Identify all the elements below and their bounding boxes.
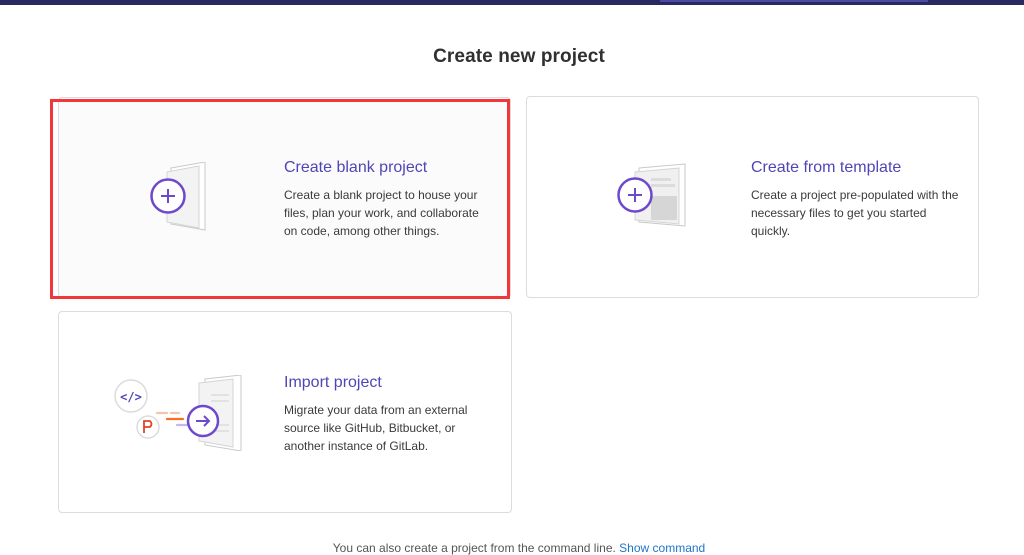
- template-illustration-icon: [617, 163, 686, 227]
- create-blank-project-card[interactable]: Create blank project Create a blank proj…: [58, 97, 511, 298]
- import-project-title[interactable]: Import project: [284, 374, 382, 392]
- page-title: Create new project: [433, 46, 605, 67]
- svg-text:</>: </>: [120, 390, 142, 404]
- blank-project-illustration-icon: [150, 162, 206, 231]
- top-navbar: [0, 0, 1024, 5]
- create-from-template-title[interactable]: Create from template: [751, 159, 901, 177]
- show-command-link[interactable]: Show command: [619, 541, 705, 555]
- import-project-description: Migrate your data from an external sourc…: [284, 403, 468, 453]
- import-project-illustration-icon: </>: [114, 375, 242, 451]
- command-line-hint-text: You can also create a project from the c…: [332, 541, 616, 555]
- create-blank-project-title[interactable]: Create blank project: [284, 159, 427, 177]
- import-project-card[interactable]: </> Import project Migrate your data fro…: [58, 311, 512, 513]
- create-blank-project-description: Create a blank project to house your fil…: [284, 188, 479, 238]
- create-from-template-description: Create a project pre-populated with the …: [751, 188, 959, 238]
- create-from-template-card[interactable]: Create from template Create a project pr…: [526, 96, 979, 298]
- command-line-hint: You can also create a project from the c…: [0, 541, 1024, 555]
- navbar-accent: [660, 0, 928, 2]
